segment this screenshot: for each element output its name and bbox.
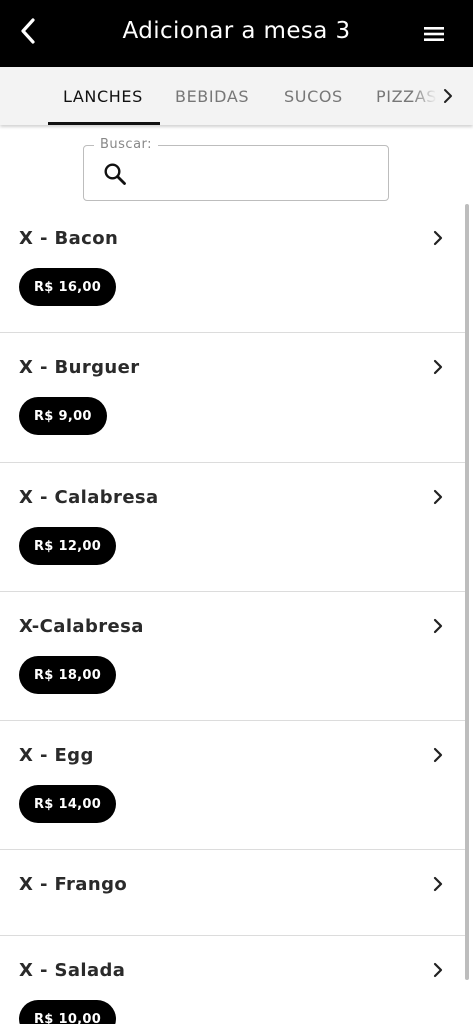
active-tab-indicator [48,122,160,125]
product-name: X - Salada [19,960,126,981]
chevron-right-icon [428,357,448,377]
tab-scroll-right-button[interactable] [436,84,460,108]
product-item[interactable]: X - Calabresa R$ 12,00 [0,463,466,592]
price-badge: R$ 14,00 [19,785,117,823]
tab-bebidas[interactable]: BEBIDAS [175,87,249,106]
search-input[interactable] [136,158,376,190]
chevron-right-icon [428,745,448,765]
hamburger-menu-icon [424,27,444,41]
category-tabs: LANCHES BEBIDAS SUCOS PIZZAS [0,67,473,125]
product-name: X-Calabresa [19,616,144,637]
product-name: X - Frango [19,874,128,895]
tab-sucos[interactable]: SUCOS [284,87,343,106]
product-item[interactable]: X-Calabresa R$ 18,00 [0,592,466,721]
chevron-right-icon [428,616,448,636]
price-badge: R$ 18,00 [19,656,117,694]
product-item[interactable]: X - Burguer R$ 9,00 [0,333,466,463]
price-badge: R$ 10,00 [19,1000,117,1024]
chevron-right-icon [444,89,452,103]
product-name: X - Calabresa [19,487,159,508]
app-bar: Adicionar a mesa 3 [0,0,473,67]
product-item[interactable]: X - Frango [0,850,466,936]
product-item[interactable]: X - Salada R$ 10,00 [0,936,466,1024]
search-icon [104,163,126,185]
chevron-right-icon [428,228,448,248]
product-name: X - Burguer [19,357,140,378]
product-item[interactable]: X - Egg R$ 14,00 [0,721,466,850]
search-label: Buscar: [94,137,159,152]
chevron-right-icon [428,487,448,507]
product-name: X - Bacon [19,228,119,249]
search-field[interactable]: Buscar: [83,137,389,201]
product-item[interactable]: X - Bacon R$ 16,00 [0,204,466,333]
tab-fade [412,67,437,125]
scrollbar[interactable] [465,204,469,980]
product-name: X - Egg [19,745,94,766]
tab-lanches[interactable]: LANCHES [63,87,143,106]
chevron-right-icon [428,960,448,980]
chevron-right-icon [428,874,448,894]
price-badge: R$ 9,00 [19,397,107,435]
price-badge: R$ 16,00 [19,268,117,306]
price-badge: R$ 12,00 [19,527,117,565]
menu-button[interactable] [420,20,448,48]
page-title: Adicionar a mesa 3 [122,18,351,44]
